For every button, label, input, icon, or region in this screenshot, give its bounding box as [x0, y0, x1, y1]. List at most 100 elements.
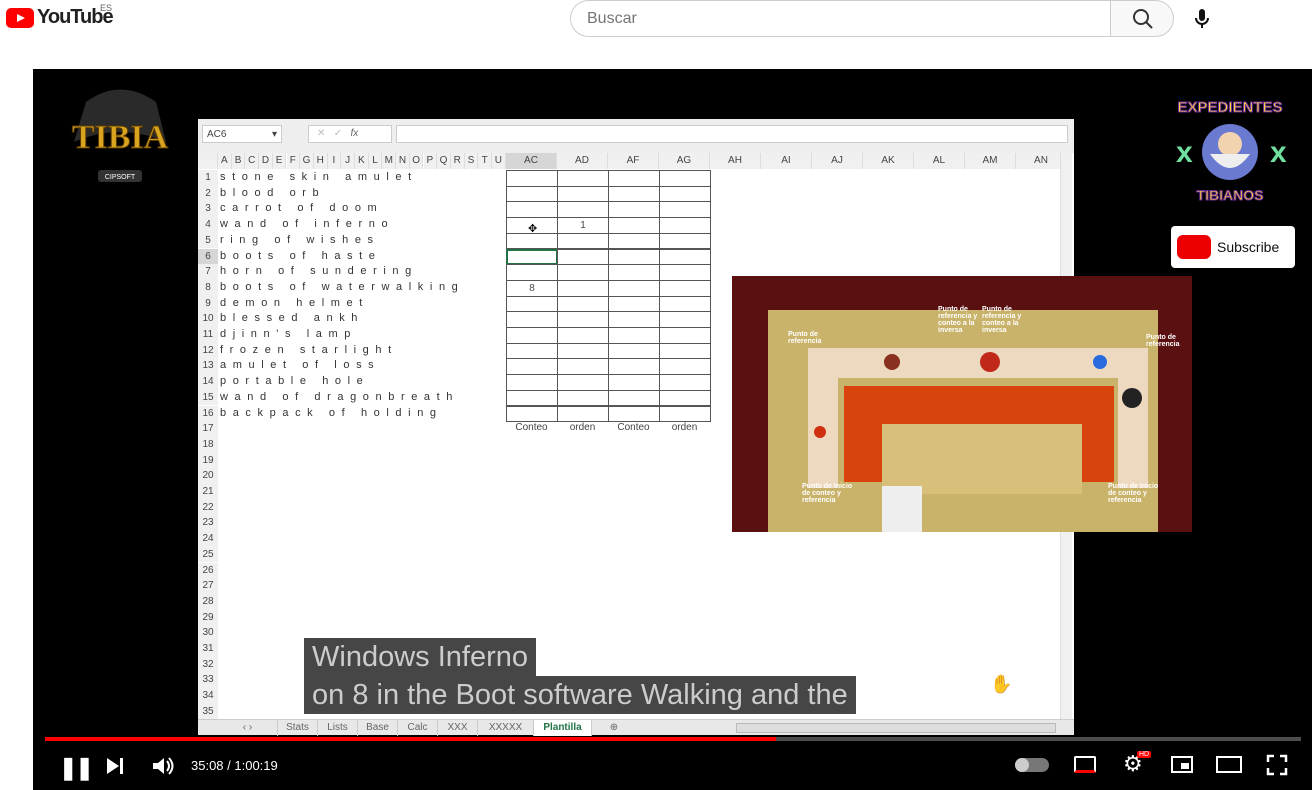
grid-cell[interactable]: [608, 232, 660, 250]
search-button[interactable]: [1110, 0, 1174, 37]
row-header[interactable]: 28: [198, 593, 218, 610]
autoplay-toggle[interactable]: [1015, 758, 1049, 772]
grid-cell[interactable]: [506, 311, 558, 328]
row-header[interactable]: 24: [198, 531, 218, 547]
grid-cell[interactable]: [659, 358, 711, 376]
grid-cell[interactable]: [557, 232, 609, 250]
row-header[interactable]: 21: [198, 484, 218, 500]
formula-input[interactable]: [396, 125, 1068, 143]
grid-cell[interactable]: [659, 201, 711, 219]
subtitles-button[interactable]: [1074, 756, 1096, 773]
tab-scroll-arrows[interactable]: ‹ ›: [218, 720, 278, 736]
item-cell[interactable]: wand of inferno: [220, 217, 394, 232]
item-cell[interactable]: demon helmet: [220, 296, 369, 311]
grid-cell[interactable]: [608, 279, 660, 297]
row-header[interactable]: 6: [198, 248, 218, 265]
item-cell[interactable]: portable hole: [220, 374, 369, 389]
grid-cell[interactable]: [659, 248, 711, 266]
mic-icon[interactable]: [1190, 6, 1214, 30]
column-header[interactable]: M: [382, 153, 397, 169]
column-header[interactable]: E: [272, 153, 287, 169]
grid-cell[interactable]: [557, 248, 609, 266]
column-header[interactable]: AI: [761, 153, 812, 169]
row-header[interactable]: 19: [198, 452, 218, 469]
name-box[interactable]: AC6 ▾: [202, 125, 282, 143]
column-header[interactable]: B: [231, 153, 246, 169]
row-header[interactable]: 10: [198, 311, 218, 327]
grid-cell[interactable]: [506, 405, 558, 423]
column-header[interactable]: S: [464, 153, 479, 169]
row-header[interactable]: 23: [198, 515, 218, 532]
column-header[interactable]: D: [259, 153, 273, 169]
grid-cell[interactable]: [608, 217, 660, 234]
grid-cell[interactable]: [659, 295, 711, 313]
grid-cell[interactable]: [608, 374, 660, 391]
grid-cell[interactable]: [557, 279, 609, 297]
grid-cell[interactable]: [557, 311, 609, 328]
row-header[interactable]: 22: [198, 499, 218, 516]
add-sheet-button[interactable]: ⊕: [602, 720, 626, 736]
grid-cell[interactable]: [557, 264, 609, 281]
volume-button[interactable]: [151, 755, 175, 777]
grid-cell[interactable]: [506, 342, 558, 360]
row-header[interactable]: 1: [198, 170, 218, 186]
youtube-logo[interactable]: YouTube: [6, 6, 114, 29]
column-header[interactable]: AM: [965, 153, 1016, 169]
grid-cell[interactable]: [608, 389, 660, 407]
theater-mode-button[interactable]: [1216, 756, 1242, 773]
row-header[interactable]: 25: [198, 546, 218, 563]
grid-cell[interactable]: [506, 232, 558, 250]
column-header[interactable]: T: [478, 153, 492, 169]
item-cell[interactable]: carrot of doom: [220, 201, 383, 216]
grid-cell[interactable]: [557, 358, 609, 376]
grid-cell[interactable]: [506, 389, 558, 407]
sheet-tab[interactable]: Plantilla: [534, 720, 592, 736]
grid-cell[interactable]: [506, 185, 558, 203]
column-header[interactable]: AK: [863, 153, 914, 169]
settings-gear-icon[interactable]: ⚙ HD: [1123, 751, 1152, 777]
column-header[interactable]: I: [327, 153, 342, 169]
fullscreen-button[interactable]: [1266, 754, 1288, 776]
horizontal-scrollbar[interactable]: [736, 723, 1056, 733]
grid-cell[interactable]: [557, 374, 609, 391]
grid-cell[interactable]: [659, 311, 711, 328]
grid-cell[interactable]: [506, 374, 558, 391]
row-header[interactable]: 31: [198, 641, 218, 657]
column-header[interactable]: A: [218, 153, 232, 169]
column-header[interactable]: N: [396, 153, 410, 169]
row-header[interactable]: 15: [198, 389, 218, 406]
row-header[interactable]: 2: [198, 185, 218, 202]
column-header[interactable]: U: [492, 153, 506, 169]
row-header[interactable]: 13: [198, 358, 218, 375]
next-button[interactable]: [105, 756, 125, 776]
grid-cell[interactable]: [659, 279, 711, 297]
grid-cell[interactable]: [659, 342, 711, 360]
row-header[interactable]: 18: [198, 436, 218, 453]
sheet-tab[interactable]: Stats: [278, 720, 318, 736]
column-header[interactable]: P: [423, 153, 438, 169]
grid-cell[interactable]: [608, 327, 660, 344]
item-cell[interactable]: frozen starlight: [220, 343, 398, 358]
sheet-tab[interactable]: XXXXX: [478, 720, 534, 736]
item-cell[interactable]: djinn's lamp: [220, 327, 357, 342]
row-header[interactable]: 33: [198, 672, 218, 689]
item-cell[interactable]: amulet of loss: [220, 358, 380, 373]
grid-cell[interactable]: [506, 201, 558, 219]
column-header[interactable]: AC: [506, 153, 557, 169]
grid-cell[interactable]: [608, 295, 660, 313]
item-cell[interactable]: stone skin amulet: [220, 170, 418, 185]
select-all[interactable]: [198, 153, 218, 169]
row-header[interactable]: 35: [198, 703, 218, 720]
sheet-tab[interactable]: Lists: [318, 720, 358, 736]
grid-cell[interactable]: [659, 217, 711, 234]
column-header[interactable]: AD: [557, 153, 608, 169]
column-header[interactable]: AL: [914, 153, 965, 169]
row-header[interactable]: 29: [198, 609, 218, 626]
progress-bar[interactable]: [45, 737, 1301, 741]
grid-cell[interactable]: [557, 201, 609, 219]
column-header[interactable]: AF: [608, 153, 659, 169]
grid-cell[interactable]: [659, 405, 711, 423]
grid-cell[interactable]: [608, 311, 660, 328]
row-header[interactable]: 27: [198, 578, 218, 594]
grid-cell[interactable]: [608, 264, 660, 281]
